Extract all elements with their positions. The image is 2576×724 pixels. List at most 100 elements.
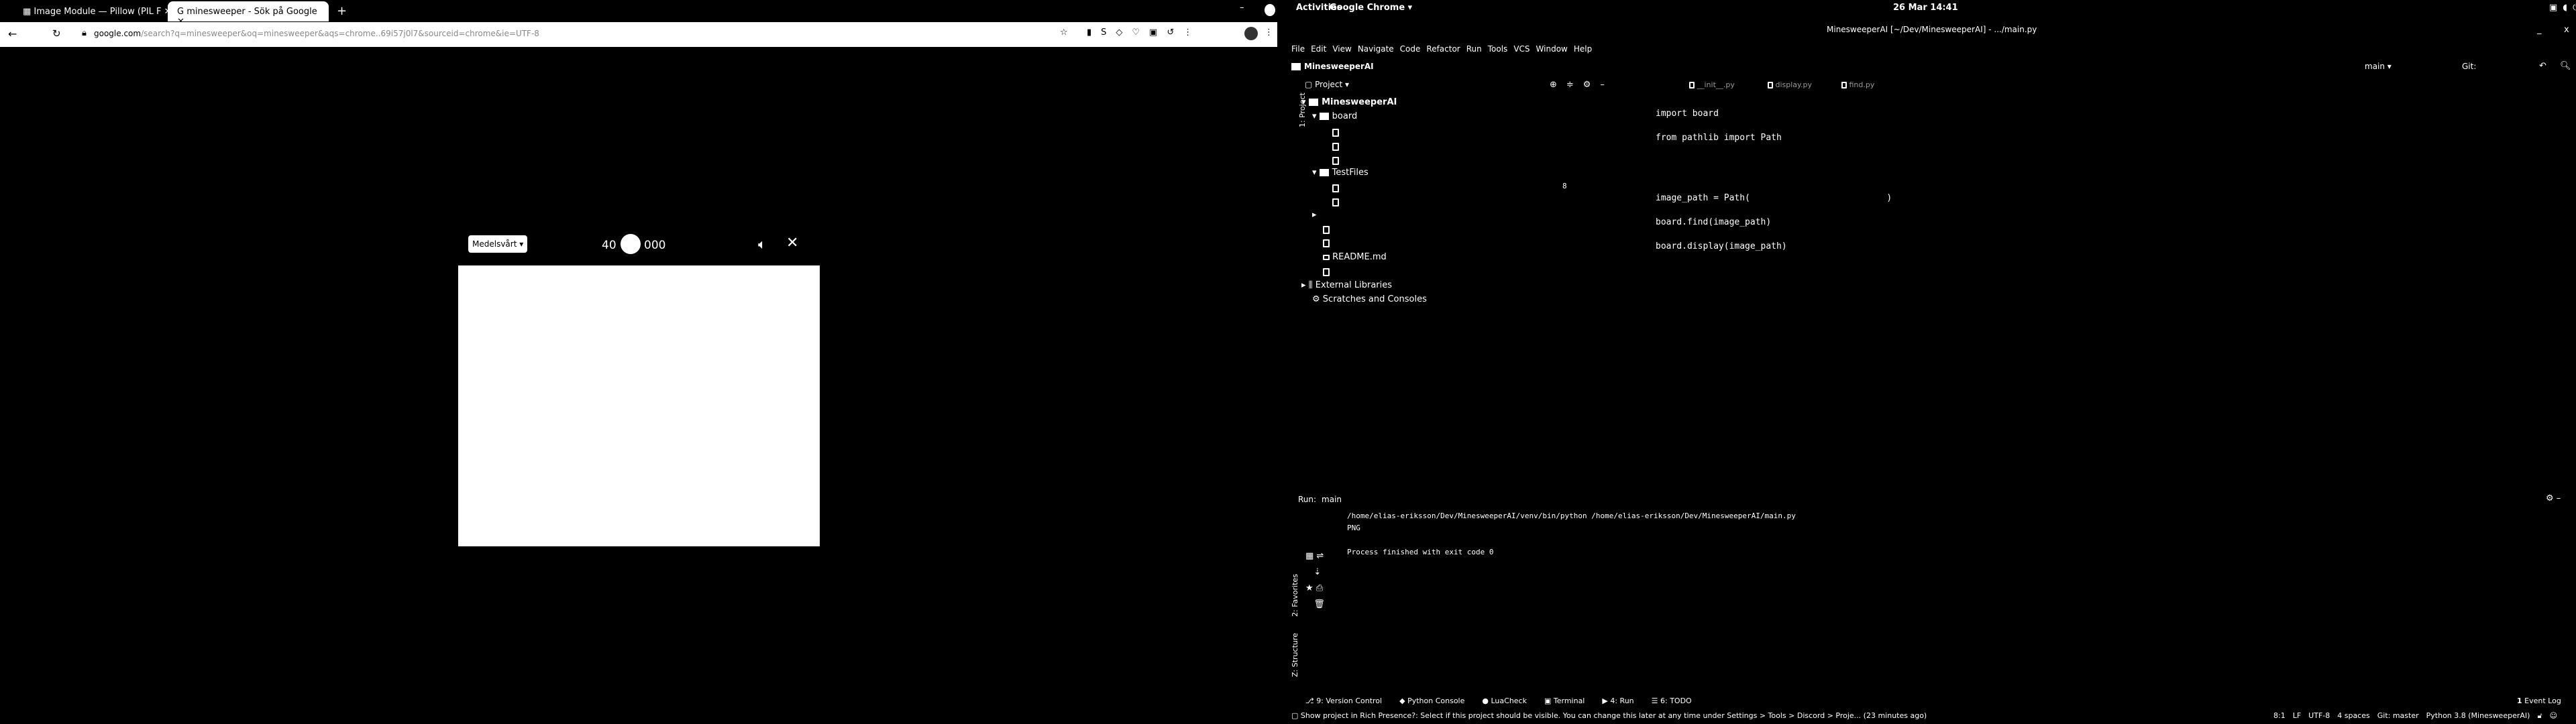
folder-icon	[1291, 63, 1301, 70]
tree-board[interactable]: ▾ board	[1312, 111, 1357, 121]
timer-icon	[621, 234, 641, 254]
editor-tab-display[interactable]: display.py	[1768, 80, 1812, 89]
text-file-icon[interactable]	[1323, 268, 1330, 276]
menu-tools[interactable]: Tools	[1488, 44, 1508, 54]
code-line: board.find(image_path)	[1656, 217, 1772, 227]
tab-run[interactable]: ▶ 4: Run	[1602, 697, 1633, 705]
inspector-icon[interactable]: ☺	[2550, 711, 2557, 721]
reload-icon[interactable]: ↻	[52, 27, 61, 40]
python-file-icon[interactable]	[1332, 157, 1339, 165]
encoding[interactable]: UTF-8	[2308, 711, 2330, 721]
undo-icon[interactable]: ↶	[2539, 61, 2546, 71]
project-view-select[interactable]: ▢ Project ▾	[1305, 80, 1349, 89]
menu-edit[interactable]: Edit	[1311, 44, 1326, 54]
minimize-button[interactable]: –	[1240, 3, 1244, 13]
git-branch[interactable]: Git: master	[2377, 711, 2419, 721]
search-icon[interactable]: 🔍︎	[2560, 61, 2571, 71]
window-title: MinesweeperAI [~/Dev/MinesweeperAI] - ..…	[1827, 25, 2037, 34]
collapsed-folder-arrow[interactable]: ▸	[1312, 210, 1317, 220]
url-input[interactable]: google.com/search?q=minesweeper&oq=mines…	[94, 29, 539, 38]
file-icon[interactable]	[1332, 184, 1339, 192]
menu-run[interactable]: Run	[1466, 44, 1482, 54]
run-config-tab[interactable]: main	[1322, 495, 1342, 504]
menu-window[interactable]: Window	[1536, 44, 1568, 54]
library-icon: ⫼	[1308, 280, 1313, 290]
tab-version-control[interactable]: ⎇ 9: Version Control	[1305, 697, 1382, 705]
code-line: image_path = Path( )	[1656, 193, 1892, 203]
interpreter[interactable]: Python 3.8 (MinesweeperAI)	[2426, 711, 2530, 721]
tab-python-console[interactable]: ◆ Python Console	[1399, 697, 1464, 705]
back-icon[interactable]: ←	[8, 27, 17, 40]
timer: 000	[644, 239, 666, 252]
scratches-icon: ⚙	[1312, 294, 1320, 304]
file-icon[interactable]	[1332, 198, 1339, 206]
profile-icon[interactable]	[1244, 27, 1258, 40]
run-exit: Process finished with exit code 0	[1347, 548, 1494, 556]
git-label: Git:	[2462, 62, 2477, 71]
menu-bar: File Edit View Navigate Code Refactor Run Tools…	[1291, 44, 1592, 54]
project-toolbar-icons[interactable]: ⊕≑⚙–	[1550, 80, 1614, 90]
editor[interactable]: import board from pathlib import Path im…	[1656, 96, 1892, 265]
event-log-button[interactable]: 1 Event Log	[2517, 697, 2561, 705]
cursor-position[interactable]: 8:1	[2273, 711, 2286, 721]
system-tray-icons[interactable]: ▣◖⏻▾	[2549, 3, 2576, 13]
status-right: 8:1 LF UTF-8 4 spaces Git: master Python…	[2273, 711, 2557, 721]
side-tab-structure[interactable]: Z: Structure	[1291, 633, 1299, 677]
status-message[interactable]: ▢ Show project in Rich Presence?: Select…	[1291, 711, 1927, 720]
run-toolbar-icons[interactable]: ▦ ⇌ ⇣ ★ ⎙ 🗑︎	[1305, 548, 1332, 613]
tab-google[interactable]: G minesweeper - Sök på Google ✕	[168, 1, 329, 27]
tree-readme[interactable]: README.md	[1323, 252, 1387, 262]
app-menu[interactable]: Google Chrome ▾	[1328, 3, 1412, 13]
menu-icon[interactable]: ⋮	[1265, 27, 1273, 38]
menu-code[interactable]: Code	[1400, 44, 1421, 54]
python-file-icon[interactable]	[1323, 239, 1330, 247]
folder-icon	[1319, 113, 1329, 120]
folder-icon	[1319, 169, 1329, 176]
tree-scratches[interactable]: ⚙ Scratches and Consoles	[1312, 294, 1427, 304]
run-settings-icon[interactable]: ⚙ –	[2546, 493, 2561, 503]
line-separator[interactable]: LF	[2293, 711, 2301, 721]
run-command: /home/elias-eriksson/Dev/MinesweeperAI/v…	[1347, 511, 1796, 520]
tree-root[interactable]: ▾ MinesweeperAI	[1301, 97, 1397, 107]
menu-navigate[interactable]: Navigate	[1358, 44, 1394, 54]
window-minimize[interactable]: _	[2537, 25, 2542, 35]
extension-icons[interactable]: ▮S◇♡▣↺⋮	[1087, 27, 1201, 38]
sound-icon[interactable]: 🔈︎	[758, 236, 766, 252]
address-bar: ← ↻ 🔒︎ google.com/search?q=minesweeper&o…	[0, 22, 1277, 47]
window-close[interactable]: x	[2564, 25, 2569, 35]
chrome-avatar[interactable]	[1265, 4, 1275, 16]
menu-refactor[interactable]: Refactor	[1426, 44, 1460, 54]
side-tab-favorites[interactable]: 2: Favorites	[1291, 574, 1299, 617]
code-line: import board	[1656, 109, 1719, 119]
menu-file[interactable]: File	[1291, 44, 1305, 54]
bottom-tabs: ⎇ 9: Version Control ◆ Python Console ● …	[1305, 697, 1692, 705]
menu-vcs[interactable]: VCS	[1513, 44, 1529, 54]
difficulty-select[interactable]: Medelsvårt ▾	[468, 235, 528, 253]
run-label: Run:	[1298, 495, 1317, 504]
python-file-icon[interactable]	[1332, 143, 1339, 151]
tab-terminal[interactable]: ▣ Terminal	[1544, 697, 1585, 705]
nav-project[interactable]: MinesweeperAI	[1291, 62, 1374, 71]
folder-icon	[1309, 99, 1319, 106]
run-config-select[interactable]: main ▾	[2365, 62, 2392, 71]
tree-testfiles[interactable]: ▾ TestFiles	[1312, 168, 1368, 178]
run-output: PNG	[1347, 524, 1360, 532]
new-tab-button[interactable]: +	[337, 4, 347, 18]
tab-todo[interactable]: ☰ 6: TODO	[1652, 697, 1692, 705]
indent[interactable]: 4 spaces	[2337, 711, 2370, 721]
tab-pillow[interactable]: ▦ Image Module — Pillow (PIL F ✕	[13, 1, 181, 21]
python-file-icon[interactable]	[1332, 129, 1339, 137]
clock[interactable]: 26 Mar 14:41	[1893, 3, 1958, 13]
tree-external-libraries[interactable]: ▸ ⫼ External Libraries	[1301, 280, 1392, 290]
file-icon[interactable]	[1323, 226, 1330, 234]
lock-icon[interactable]: 🔓︎	[2537, 711, 2542, 721]
lock-icon: 🔒︎	[82, 28, 87, 38]
menu-help[interactable]: Help	[1574, 44, 1592, 54]
game-board[interactable]	[458, 265, 820, 546]
close-game-icon[interactable]: ✕	[786, 235, 798, 251]
editor-tab-find[interactable]: find.py	[1841, 80, 1874, 89]
menu-view[interactable]: View	[1332, 44, 1351, 54]
star-icon[interactable]: ☆	[1060, 27, 1068, 38]
editor-tab-init[interactable]: __init__.py	[1689, 80, 1735, 89]
tab-luacheck[interactable]: ● LuaCheck	[1482, 697, 1527, 705]
